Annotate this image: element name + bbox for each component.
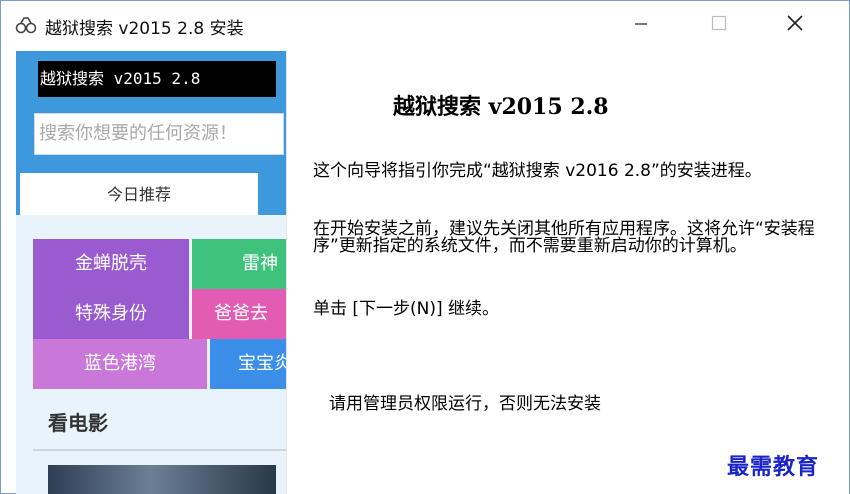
tile-item: 金蝉脱壳 — [33, 239, 189, 289]
maximize-button[interactable] — [691, 5, 747, 45]
tile-item: 宝宝炎 — [210, 339, 286, 389]
section-divider — [33, 449, 286, 451]
tile-item: 蓝色港湾 — [33, 339, 207, 389]
tile-item: 特殊身份 — [33, 289, 189, 339]
close-apps-paragraph: 在开始安装之前，建议先关闭其他所有应用程序。这将允许“安装程序”更新指定的系统文… — [313, 219, 815, 256]
admin-notice: 请用管理员权限运行，否则无法安装 — [329, 394, 601, 414]
next-step-paragraph: 单击 [下一步(N)] 继续。 — [313, 299, 500, 319]
page-title: 越狱搜索 v2015 2.8 — [393, 94, 609, 120]
banner-title: 越狱搜索 v2015 2.8 — [38, 61, 276, 97]
maximize-icon — [711, 15, 727, 35]
tab-today-recommend: 今日推荐 — [20, 173, 258, 215]
installer-banner: 越狱搜索 v2015 2.8 搜索你想要的任何资源！ 今日推荐 金蝉脱壳 雷神 … — [16, 51, 286, 494]
banner-search-box: 搜索你想要的任何资源！ — [34, 113, 284, 155]
movie-thumbnail — [48, 465, 276, 494]
minimize-icon — [634, 16, 648, 35]
close-button[interactable] — [767, 5, 823, 45]
tile-item: 爸爸去 — [192, 289, 286, 339]
watermark-logo: 最需教育 — [727, 454, 820, 480]
movies-section-title: 看电影 — [48, 411, 108, 435]
app-logo-icon — [15, 14, 37, 36]
welcome-content: 越狱搜索 v2015 2.8 这个向导将指引你完成“越狱搜索 v2016 2.8… — [287, 51, 849, 494]
minimize-button[interactable] — [613, 5, 669, 45]
banner-tab-bar: 今日推荐 — [16, 173, 286, 215]
close-icon — [786, 14, 804, 36]
intro-paragraph: 这个向导将指引你完成“越狱搜索 v2016 2.8”的安装进程。 — [313, 161, 762, 181]
window-title: 越狱搜索 v2015 2.8 安装 — [45, 19, 244, 39]
installer-window: 越狱搜索 v2015 2.8 安装 越狱搜索 v2015 2.8 搜索你想要的任… — [0, 0, 850, 494]
title-bar[interactable]: 越狱搜索 v2015 2.8 安装 — [1, 1, 849, 51]
tile-item: 雷神 — [192, 239, 286, 289]
